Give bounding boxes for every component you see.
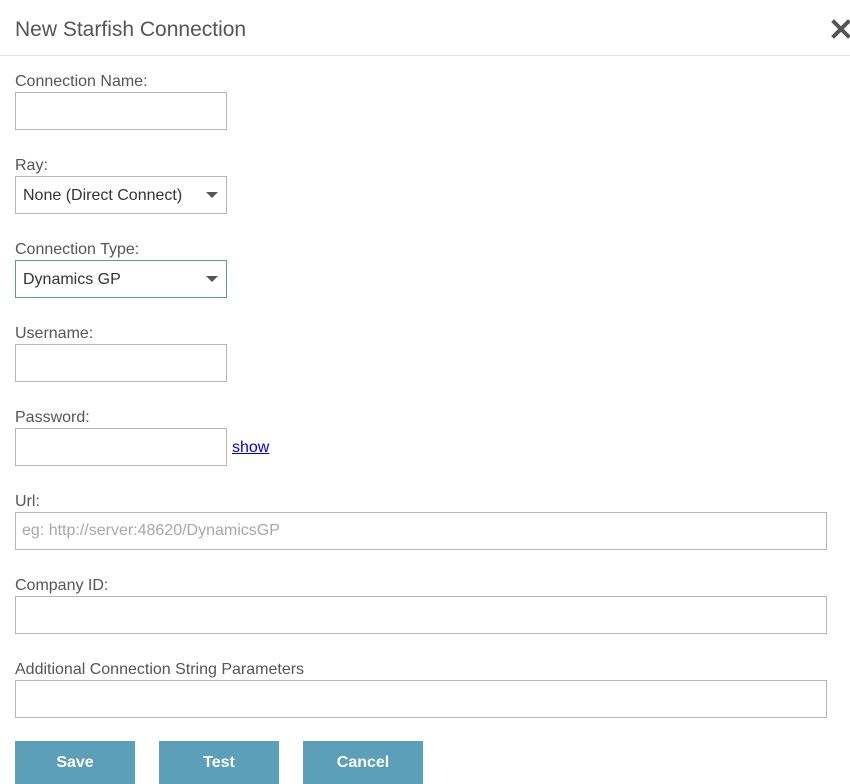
close-icon — [831, 19, 850, 39]
ray-selected-value: None (Direct Connect) — [23, 187, 183, 204]
dialog-title: New Starfish Connection — [15, 18, 247, 41]
caret-down-icon — [206, 276, 218, 282]
dialog-header: New Starfish Connection — [0, 0, 850, 56]
test-button[interactable]: Test — [159, 741, 279, 784]
connection-type-label: Connection Type: — [15, 241, 140, 258]
url-label: Url: — [15, 493, 40, 510]
close-button[interactable] — [830, 18, 850, 40]
connection-name-input[interactable] — [15, 92, 227, 130]
caret-down-icon — [206, 192, 218, 198]
connection-type-selected-value: Dynamics GP — [23, 271, 121, 288]
password-label: Password: — [15, 409, 90, 426]
cancel-button[interactable]: Cancel — [303, 741, 423, 784]
company-id-label: Company ID: — [15, 577, 109, 594]
url-input[interactable] — [15, 512, 827, 550]
show-password-link[interactable]: show — [232, 438, 269, 458]
password-input[interactable] — [15, 428, 227, 466]
connection-name-label: Connection Name: — [15, 73, 148, 90]
username-label: Username: — [15, 325, 94, 342]
connection-type-select[interactable]: Dynamics GP — [15, 260, 227, 298]
ray-select[interactable]: None (Direct Connect) — [15, 176, 227, 214]
save-button[interactable]: Save — [15, 741, 135, 784]
ray-label: Ray: — [15, 157, 48, 174]
additional-params-input[interactable] — [15, 680, 827, 718]
additional-params-label: Additional Connection String Parameters — [15, 661, 305, 678]
username-input[interactable] — [15, 344, 227, 382]
company-id-input[interactable] — [15, 596, 827, 634]
